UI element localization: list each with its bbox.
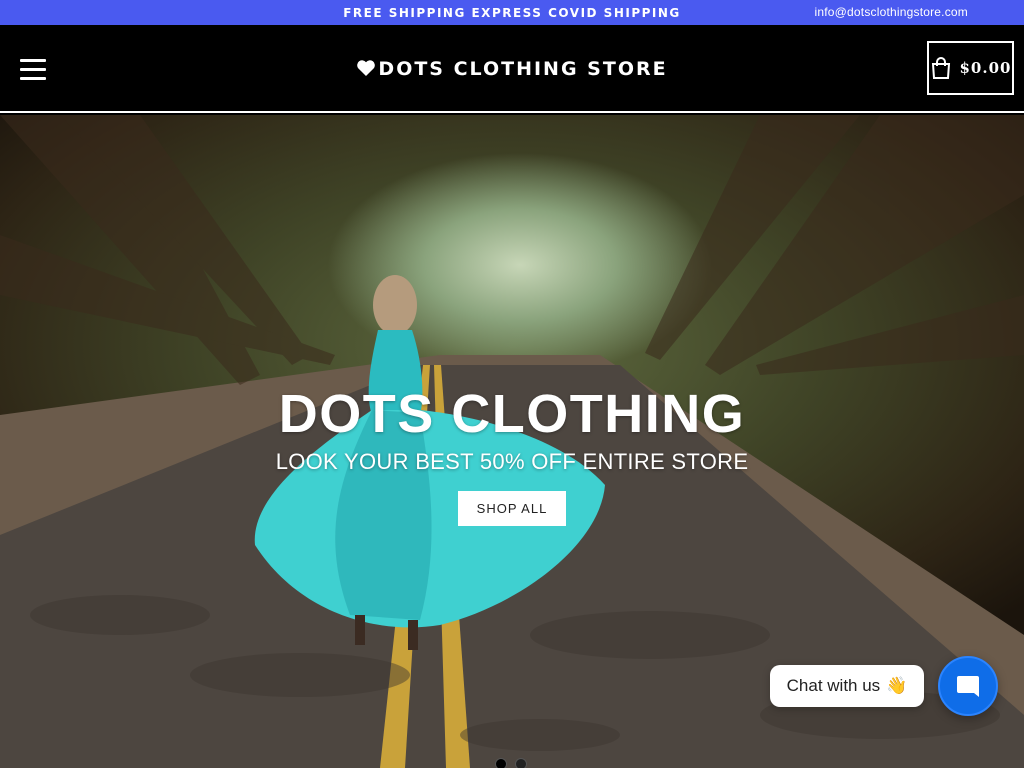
chat-label: Chat with us <box>786 676 881 695</box>
slideshow-pagination <box>495 758 527 768</box>
cart-button[interactable]: $0.00 <box>927 41 1014 95</box>
chat-icon <box>957 676 979 697</box>
site-header: DOTS CLOTHING STORE $0.00 <box>0 25 1024 113</box>
heart-icon <box>357 60 376 76</box>
hero-title: DOTS CLOTHING <box>278 384 746 444</box>
announcement-email-link[interactable]: info@dotsclothingstore.com <box>815 5 968 19</box>
chat-launcher-button[interactable] <box>938 656 998 716</box>
site-logo[interactable]: DOTS CLOTHING STORE <box>0 58 1024 80</box>
shopping-bag-icon <box>931 57 950 79</box>
shop-all-button[interactable]: SHOP ALL <box>457 491 567 526</box>
announcement-bar: FREE SHIPPING EXPRESS COVID SHIPPING inf… <box>0 0 1024 25</box>
hero-caption: DOTS CLOTHING LOOK YOUR BEST 50% OFF ENT… <box>0 385 1024 526</box>
slide-dot-1[interactable] <box>495 758 507 768</box>
hero-subtitle: LOOK YOUR BEST 50% OFF ENTIRE STORE <box>275 449 749 474</box>
slide-dot-2[interactable] <box>515 758 527 768</box>
waving-hand-icon: 👋 <box>886 676 908 695</box>
chat-with-us-bubble[interactable]: Chat with us 👋 <box>770 665 924 707</box>
site-logo-text: DOTS CLOTHING STORE <box>378 58 668 80</box>
cart-total: $0.00 <box>959 59 1012 77</box>
